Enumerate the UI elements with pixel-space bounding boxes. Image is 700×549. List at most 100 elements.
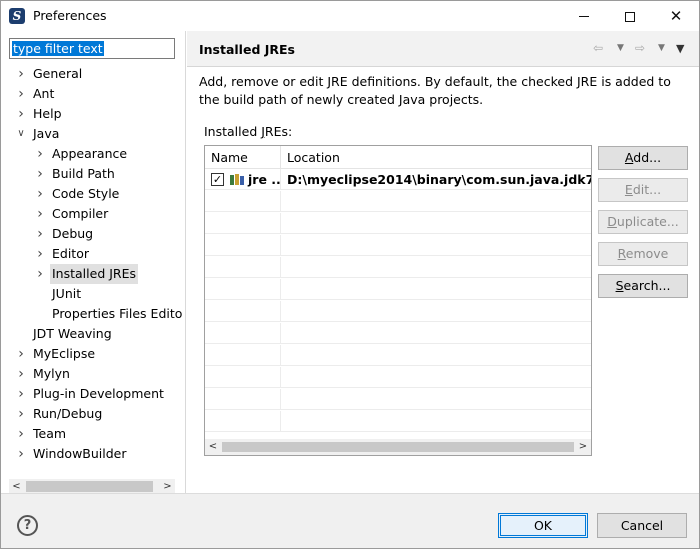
minimize-button[interactable] xyxy=(561,1,607,31)
chevron-right-icon[interactable]: › xyxy=(34,184,46,204)
page-title: Installed JREs xyxy=(199,42,296,57)
jre-location-cell[interactable]: D:\myeclipse2014\binary\com.sun.java.jdk… xyxy=(281,169,591,190)
scroll-left-icon[interactable]: < xyxy=(205,439,221,455)
tree-item[interactable]: › Debug xyxy=(1,224,185,244)
table-row xyxy=(205,279,591,300)
view-menu-icon[interactable]: ▼ xyxy=(676,42,684,55)
chevron-down-icon[interactable]: ∨ xyxy=(15,124,27,144)
jre-name-cell[interactable]: ✓ jre ... xyxy=(205,169,281,190)
scroll-left-icon[interactable]: < xyxy=(9,479,24,494)
tree-item[interactable]: › Help xyxy=(1,104,185,124)
tree-item[interactable]: › Ant xyxy=(1,84,185,104)
chevron-right-icon[interactable]: › xyxy=(15,84,27,104)
tree-item[interactable]: › Team xyxy=(1,424,185,444)
chevron-right-icon[interactable]: › xyxy=(15,364,27,384)
tree-item[interactable]: › Editor xyxy=(1,244,185,264)
tree-item[interactable]: › General xyxy=(1,64,185,84)
chevron-right-icon[interactable]: › xyxy=(34,204,46,224)
column-header-location[interactable]: Location xyxy=(281,146,591,169)
page-header: Installed JREs ⇦ ▼ ⇨ ▼ ▼ xyxy=(187,31,699,67)
filter-input-text[interactable]: type filter text xyxy=(12,41,104,56)
duplicate-button[interactable]: Duplicate... xyxy=(598,210,688,234)
installed-jres-label: Installed JREs: xyxy=(204,124,293,139)
chevron-right-icon[interactable]: › xyxy=(34,264,46,284)
ok-button[interactable]: OK xyxy=(498,513,588,538)
title-bar[interactable]: S Preferences ✕ xyxy=(1,1,699,31)
tree-item-label: Plug-in Development xyxy=(33,386,164,401)
table-row xyxy=(205,213,591,234)
filter-input[interactable]: type filter text xyxy=(9,38,175,59)
jre-checkbox[interactable]: ✓ xyxy=(211,173,224,186)
edit-button[interactable]: Edit... xyxy=(598,178,688,202)
chevron-right-icon[interactable]: › xyxy=(15,404,27,424)
tree-item[interactable]: ∨ Java xyxy=(1,124,185,144)
chevron-right-icon[interactable]: › xyxy=(15,444,27,464)
preferences-tree-panel: type filter text › General › Ant › Help ∨ Java ›… xyxy=(1,31,186,494)
tree-item-label: Help xyxy=(33,106,62,121)
tree-item[interactable]: › Mylyn xyxy=(1,364,185,384)
tree-item[interactable]: JUnit xyxy=(1,284,185,304)
table-horizontal-scrollbar[interactable]: < > xyxy=(205,439,591,455)
window-title: Preferences xyxy=(33,8,107,23)
add-button[interactable]: Add... xyxy=(598,146,688,170)
tree-item[interactable]: › Code Style xyxy=(1,184,185,204)
jre-table[interactable]: Name Location ✓ jre ... D:\myeclipse2014… xyxy=(204,145,592,456)
tree-item-label: Team xyxy=(33,426,67,441)
tree-item[interactable]: JDT Weaving xyxy=(1,324,185,344)
close-button[interactable]: ✕ xyxy=(653,1,699,31)
chevron-right-icon[interactable]: › xyxy=(15,384,27,404)
tree-item[interactable]: › Plug-in Development xyxy=(1,384,185,404)
back-arrow-icon[interactable]: ⇦ xyxy=(593,41,603,55)
maximize-button[interactable] xyxy=(607,1,653,31)
chevron-right-icon[interactable]: › xyxy=(34,224,46,244)
chevron-right-icon[interactable]: › xyxy=(15,104,27,124)
table-header: Name Location xyxy=(205,146,591,169)
tree-item[interactable]: › Run/Debug xyxy=(1,404,185,424)
back-dropdown-icon[interactable]: ▼ xyxy=(617,43,624,53)
forward-arrow-icon[interactable]: ⇨ xyxy=(635,41,645,55)
table-row xyxy=(205,389,591,410)
tree-item-label: Properties Files Edito xyxy=(52,306,183,321)
tree-item-label: MyEclipse xyxy=(33,346,96,361)
tree-item-label: JDT Weaving xyxy=(33,326,112,341)
chevron-right-icon[interactable]: › xyxy=(34,144,46,164)
forward-dropdown-icon[interactable]: ▼ xyxy=(658,43,665,53)
tree-item[interactable]: › Appearance xyxy=(1,144,185,164)
chevron-right-icon[interactable]: › xyxy=(15,344,27,364)
remove-button[interactable]: Remove xyxy=(598,242,688,266)
table-row xyxy=(205,345,591,366)
tree-item-label: Code Style xyxy=(52,186,120,201)
preferences-window: S Preferences ✕ type filter text › Genera… xyxy=(0,0,700,549)
tree-item-label: Mylyn xyxy=(33,366,70,381)
scrollbar-thumb[interactable] xyxy=(26,481,153,492)
search-button[interactable]: Search... xyxy=(598,274,688,298)
tree-item[interactable]: › Build Path xyxy=(1,164,185,184)
tree-item[interactable]: Properties Files Edito xyxy=(1,304,185,324)
scrollbar-thumb[interactable] xyxy=(222,442,574,452)
scroll-right-icon[interactable]: > xyxy=(575,439,591,455)
tree-item-label: JUnit xyxy=(52,286,82,301)
scroll-right-icon[interactable]: > xyxy=(160,479,175,494)
tree-item-label: Build Path xyxy=(52,166,115,181)
cancel-button[interactable]: Cancel xyxy=(597,513,687,538)
tree-horizontal-scrollbar[interactable]: < > xyxy=(9,479,175,494)
chevron-right-icon[interactable]: › xyxy=(15,64,27,84)
help-icon[interactable]: ? xyxy=(17,515,38,536)
tree-item-label: WindowBuilder xyxy=(33,446,127,461)
table-row xyxy=(205,257,591,278)
tree-item[interactable]: › MyEclipse xyxy=(1,344,185,364)
tree-item-label: Installed JREs xyxy=(50,264,139,284)
preferences-tree[interactable]: › General › Ant › Help ∨ Java › Appearance › Build … xyxy=(1,64,185,464)
table-row[interactable]: ✓ jre ... D:\myeclipse2014\binary\com.su… xyxy=(205,169,591,190)
chevron-right-icon[interactable]: › xyxy=(34,164,46,184)
column-header-name[interactable]: Name xyxy=(205,146,281,169)
checkmark-icon: ✓ xyxy=(212,173,223,186)
tree-item-label: General xyxy=(33,66,83,81)
tree-item[interactable]: › Installed JREs xyxy=(1,264,185,284)
jre-library-icon xyxy=(230,174,244,185)
chevron-right-icon[interactable]: › xyxy=(15,424,27,444)
tree-item-label: Ant xyxy=(33,86,55,101)
chevron-right-icon[interactable]: › xyxy=(34,244,46,264)
tree-item[interactable]: › Compiler xyxy=(1,204,185,224)
tree-item[interactable]: › WindowBuilder xyxy=(1,444,185,464)
